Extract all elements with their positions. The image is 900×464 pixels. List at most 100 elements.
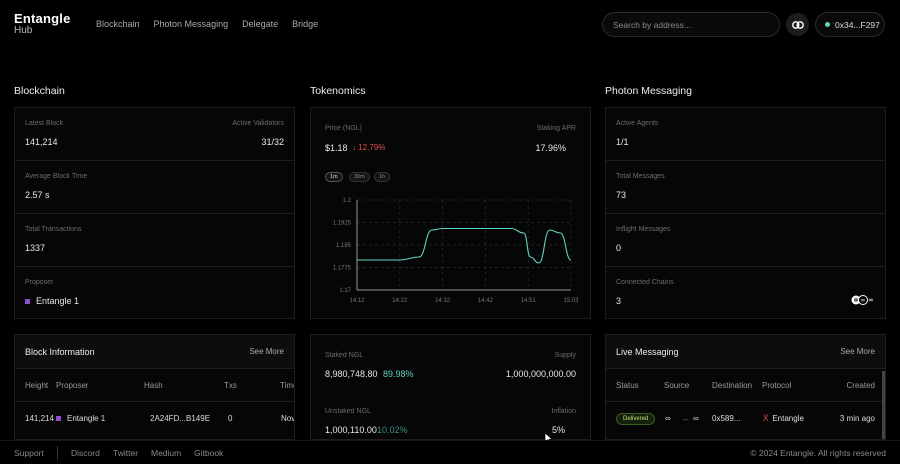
active-agents-label: Active Agents (616, 120, 659, 127)
col-destination: Destination (712, 381, 753, 390)
footer-gitbook[interactable]: Gitbook (194, 448, 223, 458)
footer-copyright: © 2024 Entangle. All rights reserved (750, 448, 886, 458)
row-destination[interactable]: 0x589... (712, 414, 740, 423)
proposer-label: Proposer (25, 279, 54, 286)
block-info-header: Block Information See More (15, 335, 294, 369)
price-change-value: 12.79% (358, 143, 386, 152)
row-time: Nov (281, 414, 295, 423)
footer-discord[interactable]: Discord (71, 448, 100, 458)
latest-block-label: Latest Block (25, 120, 64, 127)
footer-twitter[interactable]: Twitter (113, 448, 138, 458)
block-info-panel: Block Information See More Height Propos… (14, 334, 295, 440)
chart-x-tick: 14:51 (521, 298, 537, 304)
live-messaging-panel: Live Messaging See More Status Source De… (605, 334, 886, 440)
staked-value: 8,980,748.80 (325, 369, 378, 379)
arrow-right-icon: → (681, 414, 689, 423)
staking-panel: Staked NGL 8,980,748.80 89.98% Supply 1,… (310, 334, 591, 444)
timeframe-1h[interactable]: 1h (374, 172, 391, 182)
footer-support[interactable]: Support (14, 448, 44, 458)
avg-block-time-value: 2.57 s (25, 190, 50, 200)
chart-x-tick: 14:32 (435, 298, 451, 304)
row-height: 141,214 (25, 414, 54, 423)
latest-block-value: 141,214 (25, 137, 58, 147)
col-height: Height (25, 381, 49, 390)
top-header: Entangle Hub Blockchain Photon Messaging… (0, 0, 900, 50)
price-chart: 1.2 1.1925 1.185 1.1775 1.17 14:12 14:22 14:32 1… (333, 198, 580, 304)
live-messaging-header: Live Messaging See More (606, 335, 885, 369)
wallet-status-dot (825, 22, 830, 27)
col-time: Time (280, 381, 294, 390)
nav-blockchain[interactable]: Blockchain (96, 19, 140, 29)
svg-text:∞: ∞ (861, 297, 866, 304)
chart-y-tick: 1.17 (339, 288, 351, 294)
total-messages-value: 73 (616, 190, 627, 200)
live-messaging-see-more[interactable]: See More (840, 347, 875, 356)
proposer-cell: Proposer Entangle 1 (15, 267, 294, 320)
supply-value: 1,000,000,000.00 (505, 369, 576, 379)
inflight-value: 0 (616, 243, 622, 253)
col-txs: Txs (224, 381, 237, 390)
entangle-logo-icon: Ẍ (763, 414, 769, 423)
total-messages-label: Total Messages (616, 173, 665, 180)
block-table-head: Height Proposer Hash Txs Time (15, 369, 294, 402)
inflight-cell: Inflight Messages 0 (606, 214, 885, 267)
logo[interactable]: Entangle Hub (14, 11, 71, 36)
blockchain-title: Blockchain (14, 85, 65, 97)
row-proposer-name: Entangle 1 (67, 414, 106, 423)
chart-x-tick: 14:22 (392, 298, 408, 304)
chart-y-tick: 1.185 (336, 243, 352, 249)
messaging-table-head: Status Source Destination Protocol Creat… (606, 369, 885, 402)
table-row[interactable]: Delivered ∞ → ∞ 0x589... Ẍ Entangle 3 min… (606, 402, 885, 437)
price-value: $1.18 (325, 143, 348, 153)
timeframe-30m[interactable]: 30m (349, 172, 370, 182)
link-icon[interactable] (786, 13, 809, 36)
row-hash[interactable]: 2A24FD...B149E (150, 414, 210, 423)
footer: Support Discord Twitter Medium Gitbook ©… (0, 440, 900, 464)
nav-bridge[interactable]: Bridge (292, 19, 318, 29)
unstaked-label: Unstaked NGL (325, 408, 371, 415)
logo-subtitle: Hub (14, 25, 33, 36)
unstaked-value: 1,000,110.00 (325, 425, 377, 435)
tokenomics-title: Tokenomics (310, 85, 366, 97)
proposer-name: Entangle 1 (36, 296, 80, 306)
nav-photon-messaging[interactable]: Photon Messaging (154, 19, 229, 29)
logo-title: Entangle (14, 11, 71, 26)
wallet-button[interactable]: 0x34...F297 (815, 12, 885, 37)
block-info-see-more[interactable]: See More (249, 347, 284, 356)
scrollbar[interactable] (882, 371, 885, 439)
block-info-title: Block Information (25, 347, 95, 357)
svg-text:✻: ✻ (853, 297, 858, 304)
tokenomics-panel: Price (NGL) $1.18 ↓ 12.79% Staking APR 1… (310, 107, 591, 319)
chart-y-tick: 1.1925 (333, 221, 352, 227)
footer-medium[interactable]: Medium (151, 448, 181, 458)
col-status: Status (616, 381, 639, 390)
staking-apr-label: Staking APR (536, 125, 576, 132)
chart-series-line (357, 227, 572, 264)
total-tx-cell: Total Transactions 1337 (15, 214, 294, 267)
staked-pct: 89.98% (383, 369, 414, 379)
nav-delegate[interactable]: Delegate (242, 19, 278, 29)
search-input[interactable]: Search by address... (602, 12, 780, 37)
proposer-icon (56, 416, 61, 422)
footer-divider (57, 446, 58, 460)
svg-text:∞: ∞ (868, 296, 874, 304)
proposer-value: Entangle 1 (25, 296, 79, 306)
price-label: Price (NGL) (325, 125, 362, 132)
row-protocol: Ẍ Entangle (763, 414, 804, 423)
connected-chains-value: 3 (616, 296, 622, 306)
staked-label: Staked NGL (325, 352, 364, 359)
connected-chains-cell: Connected Chains 3 ✻ ∞ ∞ (606, 267, 885, 320)
source-chain-icon: ∞ (665, 414, 671, 423)
photon-panel: Active Agents 1/1 Total Messages 73 Infl… (605, 107, 886, 319)
timeframe-1m[interactable]: 1m (325, 172, 343, 182)
total-messages-cell: Total Messages 73 (606, 161, 885, 214)
live-messaging-title: Live Messaging (616, 347, 679, 357)
status-badge: Delivered (616, 413, 656, 425)
active-validators-value: 31/32 (261, 137, 284, 147)
latest-block-cell: Latest Block 141,214 Active Validators 3… (15, 108, 294, 161)
chain-logos-icon: ✻ ∞ ∞ (851, 293, 875, 305)
total-tx-label: Total Transactions (25, 226, 82, 233)
table-row[interactable]: 141,214 Entangle 1 2A24FD...B149E 0 Nov (15, 402, 294, 437)
col-protocol: Protocol (762, 381, 792, 390)
blockchain-panel: Latest Block 141,214 Active Validators 3… (14, 107, 295, 319)
